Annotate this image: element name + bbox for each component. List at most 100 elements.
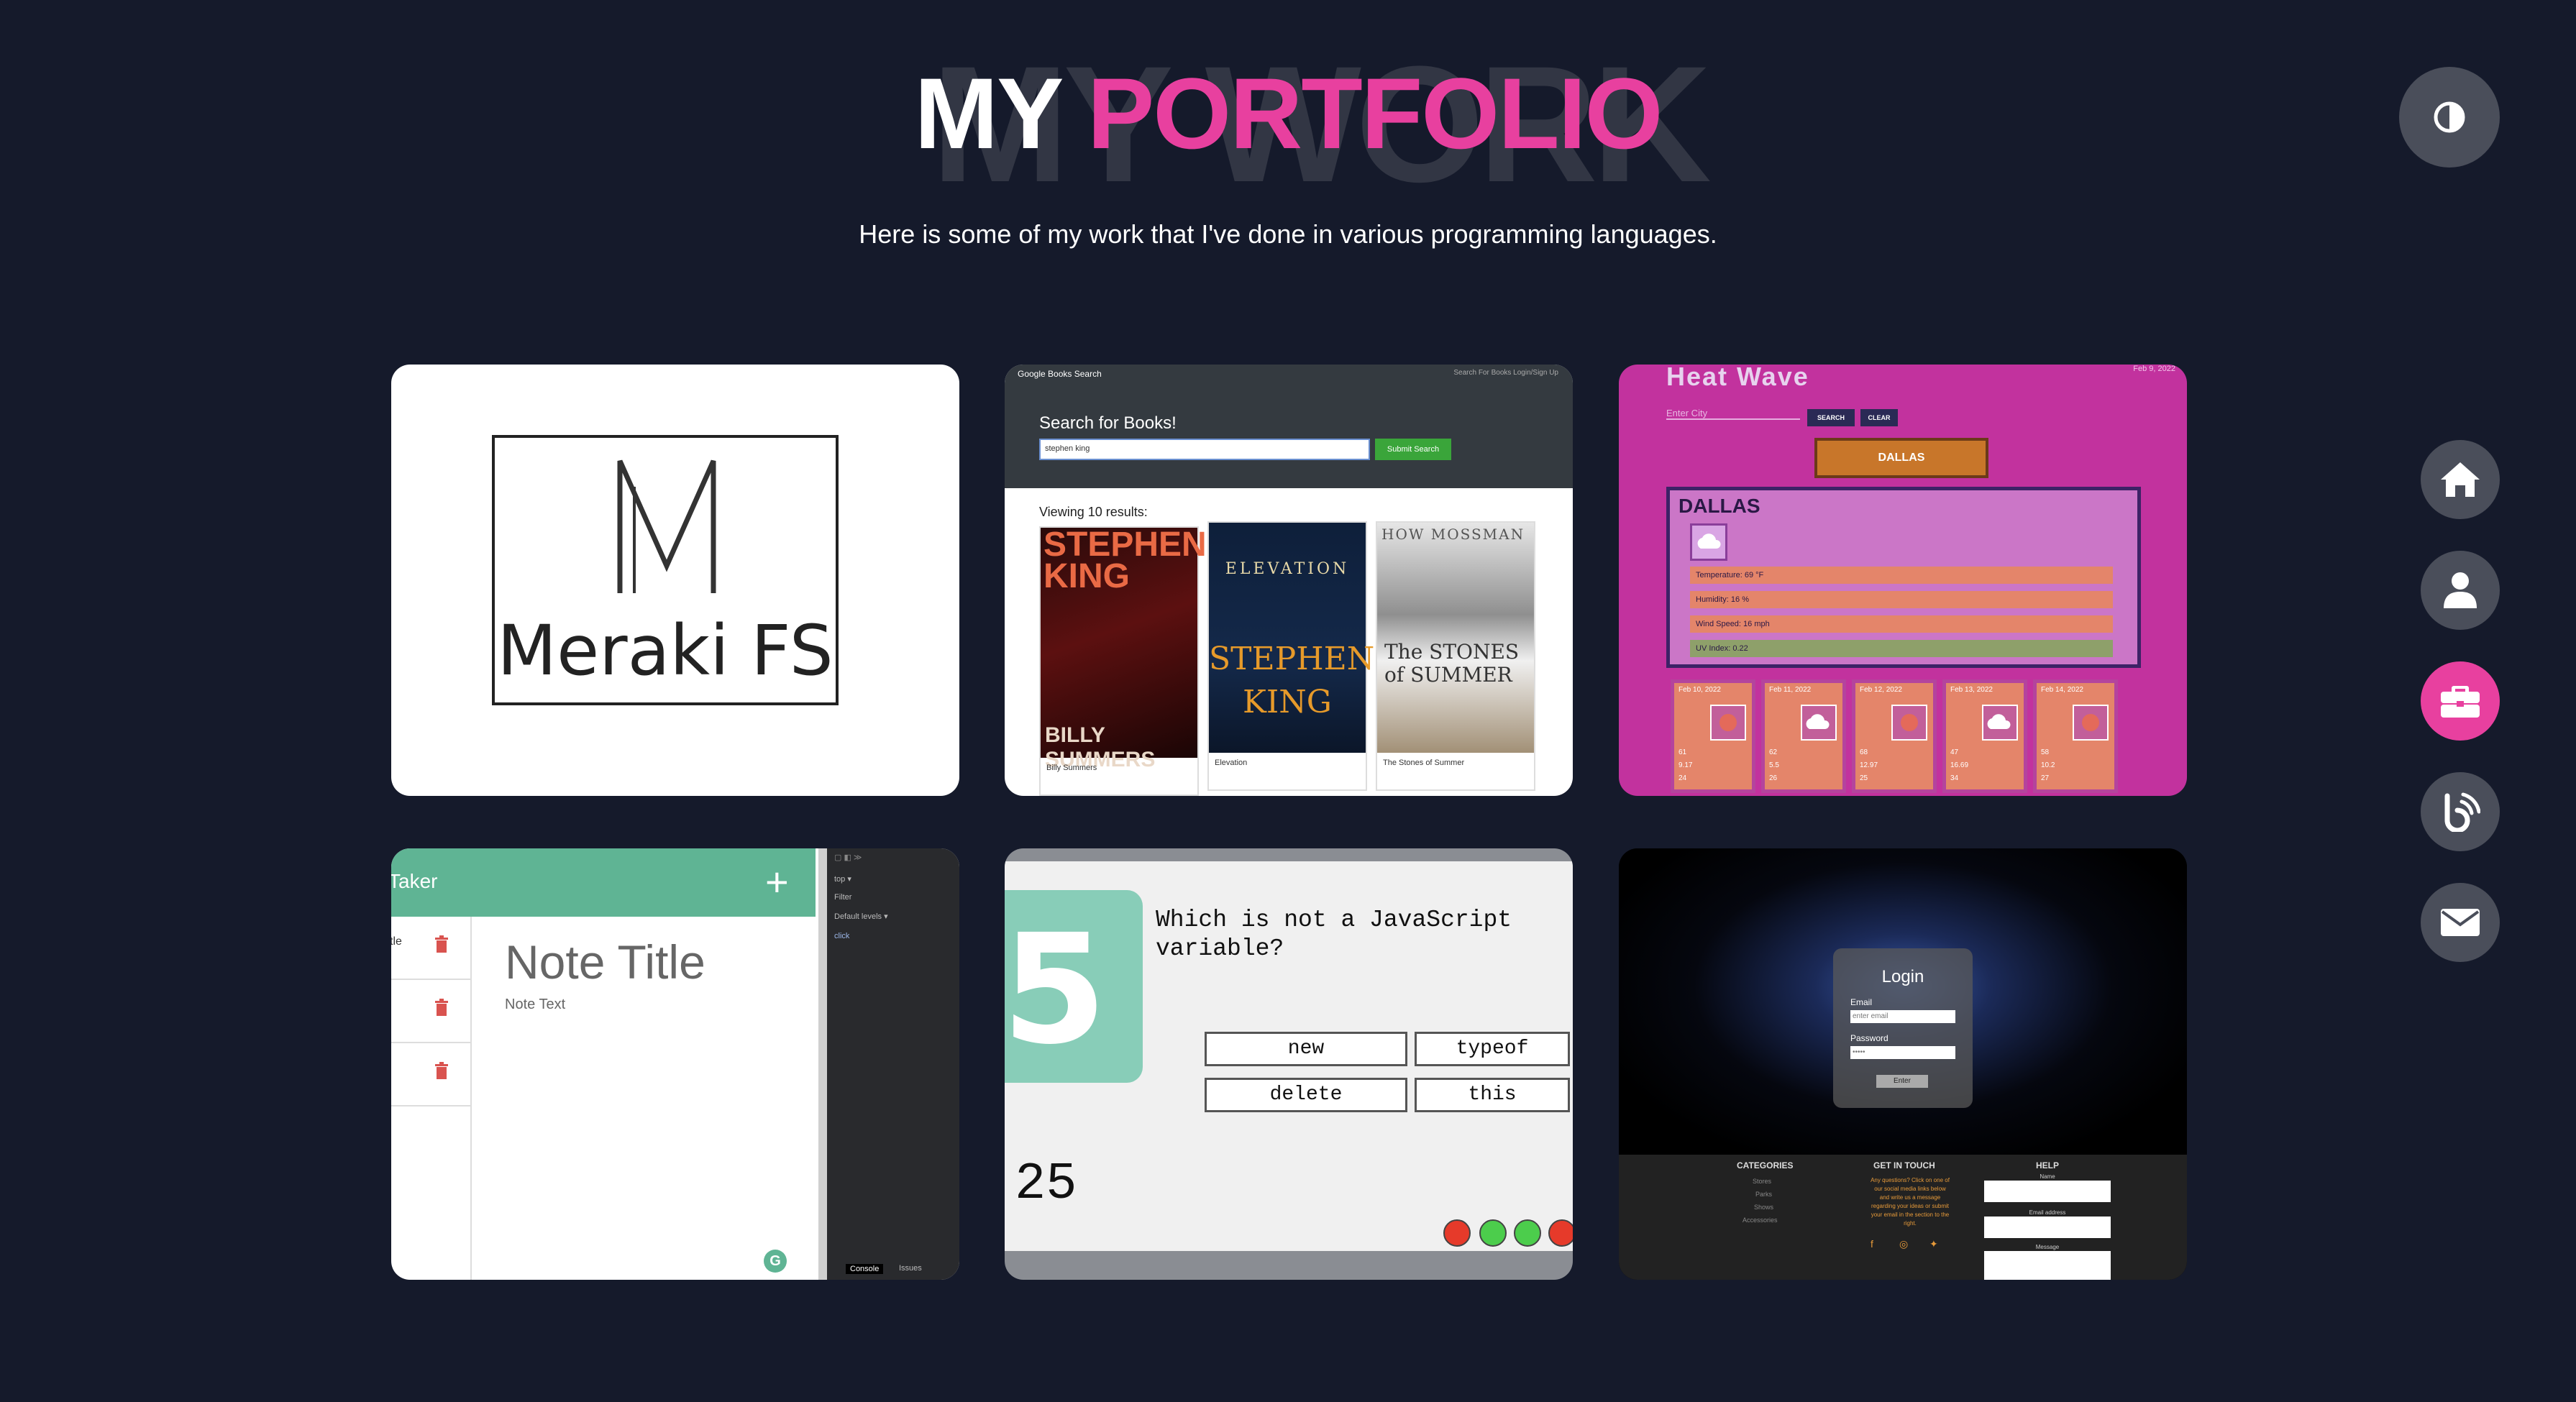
page-subtitle: Here is some of my work that I've done i… (859, 219, 1717, 249)
nav-about-button[interactable] (2421, 551, 2500, 630)
quiz-result-dot (1548, 1219, 1573, 1247)
meraki-logo: Meraki FS (492, 435, 839, 705)
contact-blurb: Any questions? Click on one of our socia… (1871, 1177, 1950, 1227)
grammarly-icon: G (764, 1250, 787, 1273)
forecast-day: Feb 12, 2022 68 12.97 25 (1852, 679, 1937, 793)
weather-humidity: Humidity: 16 % (1690, 591, 2113, 608)
quiz-result-dot (1479, 1219, 1507, 1247)
forecast-day: Feb 14, 2022 58 10.2 27 (2033, 679, 2118, 793)
book-title: Elevation (1215, 759, 1248, 767)
books-nav-links: Search For Books Login/Sign Up (1453, 369, 1558, 377)
note-title: Note Title (505, 935, 705, 989)
books-submit-button: Submit Search (1375, 439, 1451, 460)
book-title: The Stones of Summer (1383, 759, 1465, 767)
nav-portfolio-button[interactable] (2421, 661, 2500, 741)
book-item: HOW MOSSMAN The STONES of SUMMER The Sto… (1376, 521, 1535, 791)
list-item (391, 1043, 470, 1107)
quiz-screen: 5 Which is not a JavaScript variable? ne… (1005, 861, 1573, 1251)
forecast-day: Feb 10, 2022 61 9.17 24 (1671, 679, 1755, 793)
quiz-timer: 25 (1015, 1155, 1077, 1214)
sun-icon (2073, 705, 2109, 741)
notes-list: tle (391, 917, 472, 1280)
facebook-icon: f (1871, 1238, 1873, 1250)
weather-temperature: Temperature: 69 °F (1690, 567, 2113, 584)
project-card-quiz[interactable]: 5 Which is not a JavaScript variable? ne… (1005, 848, 1573, 1280)
weather-uv-index: UV Index: 0.22 (1690, 640, 2113, 657)
project-card-meraki[interactable]: Meraki FS (391, 365, 959, 796)
weather-date: Feb 9, 2022 (2133, 365, 2175, 373)
footer-name-field (1984, 1181, 2111, 1202)
quiz-question-number: 5 (1005, 902, 1107, 1078)
meraki-logo-text: Meraki FS (497, 610, 833, 691)
weather-city-input: Enter City (1666, 408, 1800, 420)
login-password-field: ••••• (1850, 1046, 1955, 1059)
project-card-login[interactable]: Login Email enter email Password ••••• E… (1619, 848, 2187, 1280)
books-results-count: Viewing 10 results: (1039, 505, 1148, 519)
envelope-icon (2441, 909, 2480, 936)
cloud-icon (1690, 523, 1727, 561)
weather-wind: Wind Speed: 16 mph (1690, 615, 2113, 633)
sun-icon (1710, 705, 1746, 741)
twitter-icon: ✦ (1929, 1238, 1938, 1250)
book-item: ELEVATION STEPHEN KING Elevation (1207, 521, 1374, 791)
instagram-icon: ◎ (1899, 1238, 1909, 1250)
weather-current-panel: DALLAS Temperature: 69 °F Humidity: 16 %… (1666, 487, 2141, 668)
theme-toggle-button[interactable] (2399, 67, 2500, 168)
trash-icon (435, 999, 448, 1016)
devtools-panel: ▢ ◧ ≫ top ▾ Filter Default levels ▾ clic… (818, 848, 959, 1280)
login-heading: Login (1881, 967, 1924, 986)
quiz-option: typeof (1415, 1032, 1570, 1066)
nav-blog-button[interactable] (2421, 772, 2500, 851)
footer-message-field (1984, 1251, 2111, 1280)
blog-icon (2444, 792, 2480, 832)
contrast-icon (2434, 101, 2465, 133)
page-title: MY PORTFOLIO (0, 63, 2576, 164)
book-cover: ELEVATION STEPHEN KING (1209, 523, 1374, 753)
trash-icon (435, 1062, 448, 1079)
weather-history-button: DALLAS (1814, 438, 1988, 478)
weather-city-name: DALLAS (1678, 495, 1760, 517)
project-card-books[interactable]: Google Books Search Search For Books Log… (1005, 365, 1573, 796)
footer-email-field (1984, 1217, 2111, 1238)
plus-icon: + (765, 859, 789, 904)
title-word-my: MY (914, 57, 1061, 170)
list-item: tle (391, 917, 470, 980)
cloud-icon (1982, 705, 2018, 741)
quiz-option: delete (1205, 1078, 1407, 1112)
nav-contact-button[interactable] (2421, 883, 2500, 962)
note-text: Note Text (505, 996, 566, 1012)
nav-home-button[interactable] (2421, 440, 2500, 519)
forecast-day: Feb 11, 2022 62 5.5 26 (1761, 679, 1846, 793)
login-hero: Login Email enter email Password ••••• E… (1619, 848, 2187, 1155)
login-email-field: enter email (1850, 1010, 1955, 1023)
login-form: Login Email enter email Password ••••• E… (1833, 948, 1973, 1108)
user-icon (2444, 572, 2477, 608)
cloud-icon (1801, 705, 1837, 741)
book-cover: STEPHEN KING BILLY SUMMERS (1041, 528, 1207, 771)
list-item (391, 980, 470, 1043)
book-item: STEPHEN KING BILLY SUMMERS Billy Summers (1039, 526, 1207, 796)
sun-icon (1891, 705, 1927, 741)
quiz-option: new (1205, 1032, 1407, 1066)
title-word-portfolio: PORTFOLIO (1087, 57, 1663, 170)
home-icon (2441, 462, 2480, 497)
quiz-result-dot (1443, 1219, 1471, 1247)
books-search-input: stephen king (1039, 439, 1370, 460)
weather-clear-button: CLEAR (1860, 409, 1898, 426)
books-heading: Search for Books! (1039, 413, 1177, 433)
meraki-m-mark (617, 459, 716, 593)
forecast-day: Feb 13, 2022 47 16.69 34 (1942, 679, 2027, 793)
quiz-question: Which is not a JavaScript variable? (1156, 907, 1512, 962)
notes-navbar: Taker + (391, 848, 816, 917)
project-card-weather[interactable]: Heat Wave Feb 9, 2022 Enter City SEARCH … (1619, 365, 2187, 796)
login-footer: CATEGORIES Stores Parks Shows Accessorie… (1619, 1155, 2187, 1280)
notes-brand: Taker (391, 870, 438, 892)
project-card-notes[interactable]: Taker + tle Note Title Note Text G ▢ ◧ ≫… (391, 848, 959, 1280)
trash-icon (435, 935, 448, 953)
books-brand: Google Books Search (1018, 369, 1102, 379)
quiz-option: this (1415, 1078, 1570, 1112)
book-cover: HOW MOSSMAN The STONES of SUMMER (1377, 523, 1534, 753)
briefcase-icon (2441, 686, 2480, 718)
weather-search-button: SEARCH (1807, 409, 1855, 426)
quiz-result-dot (1514, 1219, 1541, 1247)
